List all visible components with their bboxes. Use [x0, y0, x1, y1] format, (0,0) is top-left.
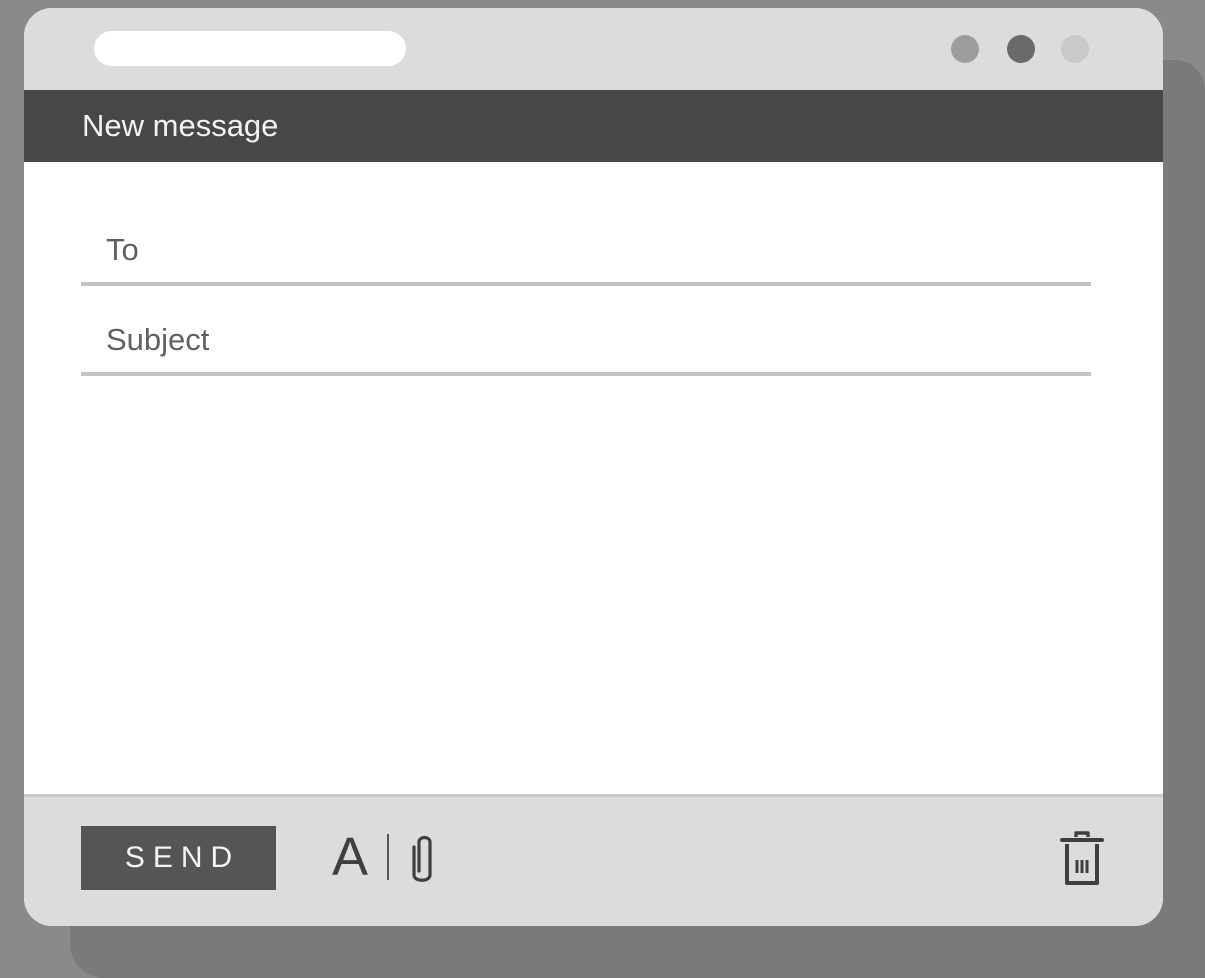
compose-toolbar: SEND A	[24, 794, 1163, 926]
trash-icon[interactable]	[1059, 830, 1105, 888]
address-bar[interactable]	[94, 31, 406, 66]
paperclip-icon[interactable]	[405, 831, 439, 887]
compose-title: New message	[82, 108, 279, 143]
window-titlebar	[24, 8, 1163, 90]
compose-window: New message To Subject SEND A	[24, 8, 1163, 926]
message-body[interactable]	[81, 380, 1091, 780]
toolbar-divider	[387, 834, 389, 880]
compose-header: New message	[24, 90, 1163, 162]
window-control-dot-2[interactable]	[1007, 35, 1035, 63]
subject-field[interactable]: Subject	[81, 310, 1091, 376]
to-field[interactable]: To	[81, 220, 1091, 286]
to-field-label: To	[106, 232, 139, 267]
window-control-dot-3[interactable]	[1061, 35, 1089, 63]
subject-field-label: Subject	[106, 322, 210, 357]
text-format-icon[interactable]: A	[330, 827, 370, 887]
window-control-dot-1[interactable]	[951, 35, 979, 63]
send-button[interactable]: SEND	[81, 826, 276, 890]
